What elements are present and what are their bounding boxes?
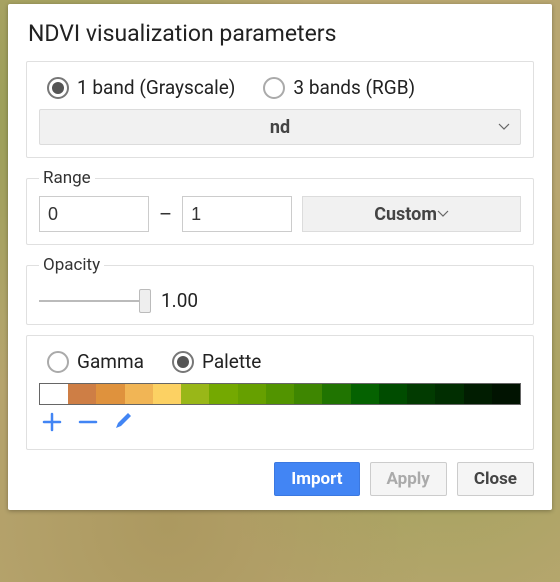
range-group: Range – Custom: [26, 168, 534, 245]
band-mode-group: 1 band (Grayscale) 3 bands (RGB) nd: [26, 61, 534, 158]
palette-swatch[interactable]: [153, 384, 181, 404]
radio-label: Gamma: [77, 350, 144, 373]
palette-swatch[interactable]: [181, 384, 209, 404]
radio-rgb[interactable]: 3 bands (RGB): [263, 76, 415, 99]
palette-strip[interactable]: [39, 383, 521, 405]
palette-remove-icon[interactable]: [77, 411, 99, 437]
radio-icon: [263, 77, 285, 99]
panel-title: NDVI visualization parameters: [28, 20, 534, 47]
apply-button[interactable]: Apply: [370, 462, 447, 496]
palette-add-icon[interactable]: [41, 411, 63, 437]
slider-thumb[interactable]: [139, 289, 151, 313]
palette-swatch[interactable]: [68, 384, 96, 404]
caret-down-icon: [437, 210, 449, 218]
range-preset-select[interactable]: Custom: [302, 196, 521, 232]
opacity-legend: Opacity: [39, 255, 104, 275]
footer-buttons: Import Apply Close: [26, 462, 534, 496]
palette-swatch[interactable]: [125, 384, 153, 404]
palette-swatch[interactable]: [492, 384, 520, 404]
range-max-input[interactable]: [182, 196, 292, 232]
band-select-value: nd: [270, 117, 290, 138]
range-min-input[interactable]: [39, 196, 149, 232]
radio-icon: [47, 351, 69, 373]
palette-swatch[interactable]: [209, 384, 237, 404]
palette-swatch[interactable]: [435, 384, 463, 404]
palette-swatch[interactable]: [238, 384, 266, 404]
palette-swatch[interactable]: [96, 384, 124, 404]
opacity-group: Opacity 1.00: [26, 255, 534, 325]
slider-track: [39, 300, 149, 302]
band-select[interactable]: nd: [39, 109, 521, 145]
radio-label: 1 band (Grayscale): [77, 76, 235, 99]
palette-swatch[interactable]: [40, 384, 68, 404]
range-legend: Range: [39, 168, 95, 188]
radio-label: Palette: [202, 350, 261, 373]
range-dash: –: [159, 202, 172, 226]
import-button[interactable]: Import: [274, 462, 359, 496]
palette-swatch[interactable]: [407, 384, 435, 404]
close-button[interactable]: Close: [457, 462, 534, 496]
radio-palette[interactable]: Palette: [172, 350, 261, 373]
palette-swatch[interactable]: [294, 384, 322, 404]
radio-icon: [47, 77, 69, 99]
radio-gamma[interactable]: Gamma: [47, 350, 144, 373]
palette-swatch[interactable]: [351, 384, 379, 404]
visualization-params-panel: NDVI visualization parameters 1 band (Gr…: [8, 4, 552, 510]
color-mode-group: Gamma Palette: [26, 335, 534, 450]
caret-down-icon: [498, 123, 510, 131]
range-preset-value: Custom: [374, 204, 437, 225]
palette-edit-icon[interactable]: [113, 411, 133, 437]
radio-grayscale[interactable]: 1 band (Grayscale): [47, 76, 235, 99]
palette-swatch[interactable]: [266, 384, 294, 404]
opacity-value: 1.00: [161, 289, 198, 312]
radio-icon: [172, 351, 194, 373]
palette-swatch[interactable]: [379, 384, 407, 404]
palette-swatch[interactable]: [322, 384, 350, 404]
radio-label: 3 bands (RGB): [293, 76, 415, 99]
palette-swatch[interactable]: [464, 384, 492, 404]
opacity-slider[interactable]: [39, 291, 149, 311]
